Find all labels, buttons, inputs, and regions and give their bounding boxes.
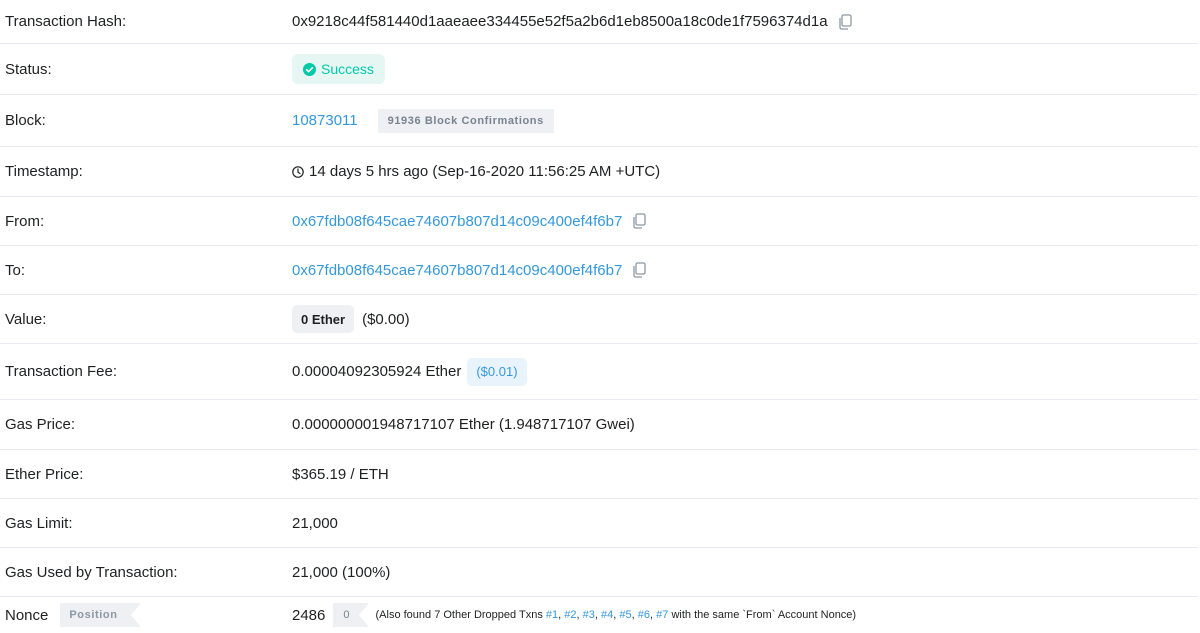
ether-price-label: Ether Price: [5, 465, 84, 483]
timestamp-row: Timestamp: 14 days 5 hrs ago (Sep-16-202… [0, 147, 1198, 197]
gas-used-row: Gas Used by Transaction: 21,000 (100%) [0, 548, 1198, 597]
to-row: To: 0x67fdb08f645cae74607b807d14c09c400e… [0, 246, 1198, 295]
gas-price-row: Gas Price: 0.000000001948717107 Ether (1… [0, 400, 1198, 450]
nonce-label-wrap: Nonce Position [5, 603, 141, 627]
tx-hash-value-wrap: 0x9218c44f581440d1aaeaee334455e52f5a2b6d… [292, 13, 852, 30]
value-row: Value: 0 Ether ($0.00) [0, 295, 1198, 344]
status-text: Success [321, 61, 374, 77]
nonce-label: Nonce [5, 606, 49, 624]
from-label: From: [5, 212, 45, 230]
dropped-txn-link-7[interactable]: #7 [656, 609, 668, 621]
status-label: Status: [5, 60, 52, 78]
position-tag: Position [60, 603, 141, 627]
gas-limit-label: Gas Limit: [5, 514, 73, 532]
value-value-wrap: 0 Ether ($0.00) [292, 305, 410, 333]
dropped-txns-note: (Also found 7 Other Dropped Txns #1, #2,… [375, 609, 857, 621]
clock-icon [292, 165, 304, 178]
copy-icon[interactable] [632, 262, 646, 278]
status-row: Status: Success [0, 44, 1198, 95]
ether-price-value: $365.19 / ETH [292, 465, 389, 483]
block-value-wrap: 10873011 91936 Block Confirmations [292, 108, 554, 133]
timestamp-value: 14 days 5 hrs ago (Sep-16-2020 11:56:25 … [309, 163, 661, 180]
value-label: Value: [5, 310, 47, 328]
status-value-wrap: Success [292, 54, 385, 84]
fee-ether: 0.00004092305924 Ether [292, 363, 462, 380]
dropped-txn-link-5[interactable]: #5 [619, 609, 631, 621]
dropped-txn-link-1[interactable]: #1 [546, 609, 558, 621]
fee-usd-badge[interactable]: ($0.01) [467, 357, 527, 386]
tag-arrow [358, 603, 369, 627]
to-label: To: [5, 261, 26, 279]
dropped-txn-link-3[interactable]: #3 [583, 609, 595, 621]
nonce-value-wrap: 2486 0 (Also found 7 Other Dropped Txns … [292, 603, 856, 627]
from-address-link[interactable]: 0x67fdb08f645cae74607b807d14c09c400ef4f6… [292, 213, 622, 230]
timestamp-label: Timestamp: [5, 163, 83, 180]
note-suffix: with the same `From` Account Nonce) [671, 609, 857, 621]
gas-limit-row: Gas Limit: 21,000 [0, 499, 1198, 548]
block-number-link[interactable]: 10873011 [292, 112, 358, 129]
dropped-txn-link-6[interactable]: #6 [638, 609, 650, 621]
gas-used-value: 21,000 (100%) [292, 563, 391, 581]
tx-hash-row: Transaction Hash: 0x9218c44f581440d1aaea… [0, 0, 1198, 44]
fee-row: Transaction Fee: 0.00004092305924 Ether … [0, 344, 1198, 400]
to-address-link[interactable]: 0x67fdb08f645cae74607b807d14c09c400ef4f6… [292, 262, 622, 279]
gas-used-label: Gas Used by Transaction: [5, 563, 178, 581]
fee-value-wrap: 0.00004092305924 Ether ($0.01) [292, 357, 527, 386]
block-label: Block: [5, 112, 46, 129]
block-confirmations-badge: 91936 Block Confirmations [367, 108, 554, 133]
copy-icon[interactable] [838, 13, 852, 30]
tag-notch [367, 108, 378, 133]
copy-icon[interactable] [632, 213, 646, 229]
tx-hash-value: 0x9218c44f581440d1aaeaee334455e52f5a2b6d… [292, 13, 828, 30]
dropped-txn-link-2[interactable]: #2 [564, 609, 576, 621]
timestamp-value-wrap: 14 days 5 hrs ago (Sep-16-2020 11:56:25 … [292, 163, 660, 180]
value-ether-badge: 0 Ether [292, 305, 355, 333]
ether-price-row: Ether Price: $365.19 / ETH [0, 450, 1198, 499]
to-value-wrap: 0x67fdb08f645cae74607b807d14c09c400ef4f6… [292, 262, 646, 279]
nonce-position-text: 0 [343, 609, 350, 621]
gas-price-value: 0.000000001948717107 Ether (1.948717107 … [292, 416, 635, 433]
nonce-row: Nonce Position 2486 0 (Also found 7 Othe… [0, 597, 1198, 633]
tag-arrow [130, 603, 141, 627]
position-tag-text: Position [69, 609, 118, 621]
note-prefix: (Also found 7 Other Dropped Txns [375, 609, 543, 621]
check-circle-icon [303, 62, 316, 76]
from-value-wrap: 0x67fdb08f645cae74607b807d14c09c400ef4f6… [292, 213, 646, 230]
gas-price-label: Gas Price: [5, 416, 76, 433]
nonce-value: 2486 [292, 606, 326, 624]
dropped-txn-link-4[interactable]: #4 [601, 609, 613, 621]
gas-limit-value: 21,000 [292, 514, 338, 532]
block-confirmations-text: 91936 Block Confirmations [387, 114, 544, 127]
fee-label: Transaction Fee: [5, 363, 117, 380]
from-row: From: 0x67fdb08f645cae74607b807d14c09c40… [0, 197, 1198, 246]
tx-hash-label: Transaction Hash: [5, 13, 127, 30]
status-badge: Success [292, 54, 385, 84]
nonce-position-badge: 0 [333, 603, 369, 627]
block-row: Block: 10873011 91936 Block Confirmation… [0, 95, 1198, 147]
value-usd: ($0.00) [362, 310, 410, 328]
